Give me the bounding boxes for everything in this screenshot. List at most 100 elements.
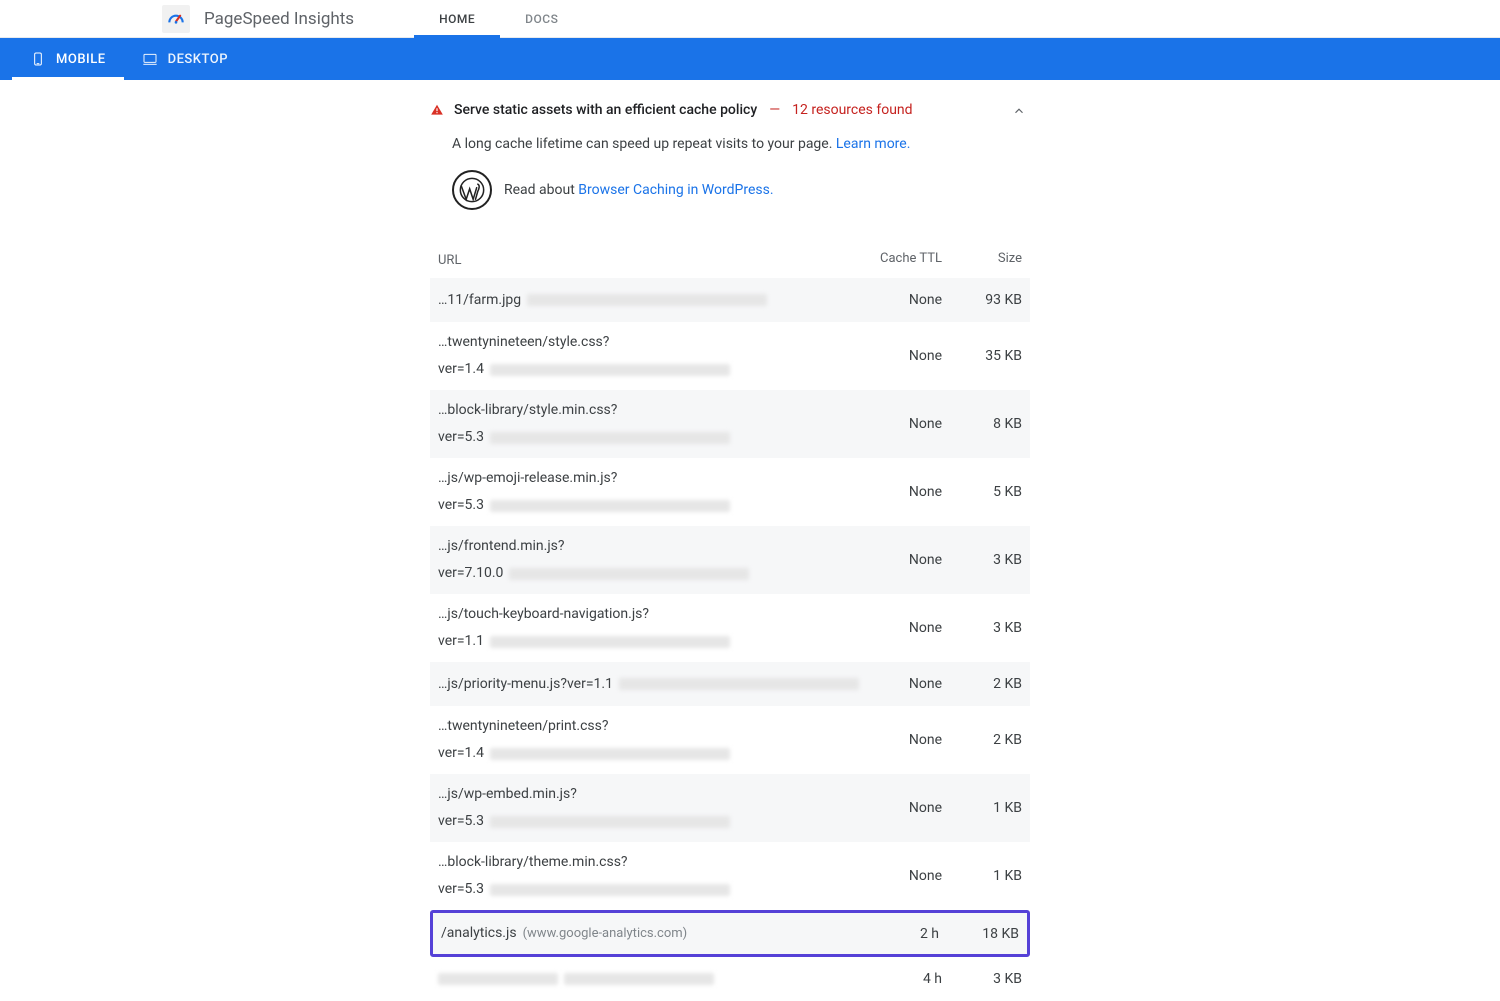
warning-icon	[430, 103, 444, 117]
redacted-domain	[490, 432, 730, 444]
url-text: …js/touch-keyboard-navigation.js?	[438, 604, 862, 625]
table-row: …twentynineteen/print.css? ver=1.4 None2 K…	[430, 706, 1030, 774]
url-text: ver=1.1	[438, 631, 484, 652]
url-cell: …twentynineteen/style.css? ver=1.4	[438, 332, 862, 380]
ttl-cell: None	[862, 800, 942, 816]
wordpress-row: Read about Browser Caching in WordPress.	[452, 170, 1030, 210]
size-cell: 1 KB	[942, 800, 1022, 816]
url-cell: …twentynineteen/print.css? ver=1.4	[438, 716, 862, 764]
tab-home[interactable]: HOME	[414, 0, 500, 37]
redacted-domain	[490, 816, 730, 828]
url-text: ver=5.3	[438, 495, 484, 516]
redacted-domain	[619, 678, 859, 690]
url-text: …twentynineteen/style.css?	[438, 332, 862, 353]
redacted-domain	[564, 973, 714, 985]
url-cell: …11/farm.jpg	[438, 290, 862, 311]
mobile-icon	[30, 51, 46, 67]
table-header: URL Cache TTL Size	[430, 250, 1030, 278]
audit-desc-text: A long cache lifetime can speed up repea…	[452, 136, 836, 152]
ttl-cell: None	[862, 732, 942, 748]
table-row: …11/farm.jpgNone93 KB	[430, 278, 1030, 322]
app-title: PageSpeed Insights	[204, 9, 354, 29]
content-area: Serve static assets with an efficient ca…	[0, 80, 1500, 1001]
audit-header-left: Serve static assets with an efficient ca…	[430, 102, 913, 118]
wp-caching-link[interactable]: Browser Caching in WordPress.	[578, 182, 773, 198]
table-row: …js/touch-keyboard-navigation.js? ver=1.1…	[430, 594, 1030, 662]
url-text: …twentynineteen/print.css?	[438, 716, 862, 737]
url-cell: …js/frontend.min.js? ver=7.10.0	[438, 536, 862, 584]
audit-title: Serve static assets with an efficient ca…	[454, 102, 757, 118]
ttl-cell: None	[862, 292, 942, 308]
table-row: …js/priority-menu.js?ver=1.1 None2 KB	[430, 662, 1030, 706]
redacted-domain	[490, 500, 730, 512]
url-text: …js/priority-menu.js?ver=1.1	[438, 674, 613, 695]
url-text: …block-library/style.min.css?	[438, 400, 862, 421]
wp-read-text: Read about	[504, 182, 578, 198]
top-header: PageSpeed Insights HOME DOCS	[0, 0, 1500, 38]
table-row: …js/frontend.min.js? ver=7.10.0 None3 KB	[430, 526, 1030, 594]
col-header-url: URL	[438, 253, 862, 268]
redacted-domain	[490, 364, 730, 376]
url-text: …js/wp-embed.min.js?	[438, 784, 862, 805]
ttl-cell: 2 h	[859, 926, 939, 942]
size-cell: 1 KB	[942, 868, 1022, 884]
redacted-domain	[490, 748, 730, 760]
audit-container: Serve static assets with an efficient ca…	[430, 102, 1030, 1001]
url-text: …js/wp-emoji-release.min.js?	[438, 468, 862, 489]
url-domain: (www.google-analytics.com)	[523, 924, 688, 944]
url-text: /analytics.js	[441, 923, 517, 944]
url-text: …js/frontend.min.js?	[438, 536, 862, 557]
redacted-url	[438, 973, 558, 985]
ttl-cell: 4 h	[862, 971, 942, 987]
resource-table: URL Cache TTL Size …11/farm.jpgNone93 KB…	[430, 250, 1030, 1001]
table-row: …js/wp-emoji-release.min.js?ver=5.3None5…	[430, 458, 1030, 526]
size-cell: 3 KB	[942, 620, 1022, 636]
redacted-domain	[509, 568, 749, 580]
table-row: …block-library/style.min.css?ver=5.3None…	[430, 390, 1030, 458]
table-row: …block-library/theme.min.css?ver=5.3None…	[430, 842, 1030, 910]
url-text: ver=5.3	[438, 879, 484, 900]
redacted-domain	[490, 884, 730, 896]
tab-docs[interactable]: DOCS	[500, 0, 583, 37]
size-cell: 35 KB	[942, 348, 1022, 364]
table-body: …11/farm.jpgNone93 KB…twentynineteen/sty…	[430, 278, 1030, 1001]
desktop-icon	[142, 51, 158, 67]
url-text: …block-library/theme.min.css?	[438, 852, 862, 873]
device-tab-desktop[interactable]: DESKTOP	[124, 38, 246, 80]
url-cell	[438, 973, 862, 985]
size-cell: 93 KB	[942, 292, 1022, 308]
wordpress-logo-icon	[452, 170, 492, 210]
size-cell: 8 KB	[942, 416, 1022, 432]
size-cell: 18 KB	[939, 926, 1019, 942]
audit-header[interactable]: Serve static assets with an efficient ca…	[430, 102, 1030, 118]
url-cell: …block-library/theme.min.css? ver=5.3	[438, 852, 862, 900]
size-cell: 3 KB	[942, 971, 1022, 987]
col-header-size: Size	[942, 250, 1022, 268]
url-text: ver=7.10.0	[438, 563, 503, 584]
learn-more-link[interactable]: Learn more.	[836, 136, 911, 152]
device-tab-label: MOBILE	[56, 52, 106, 67]
url-text: ver=1.4	[438, 743, 484, 764]
table-row: …twentynineteen/style.css? ver=1.4 None35 …	[430, 322, 1030, 390]
size-cell: 2 KB	[942, 676, 1022, 692]
ttl-cell: None	[862, 348, 942, 364]
device-tab-label: DESKTOP	[168, 52, 228, 67]
size-cell: 2 KB	[942, 732, 1022, 748]
ttl-cell: None	[862, 484, 942, 500]
url-cell: /analytics.js (www.google-analytics.com)	[441, 923, 859, 944]
table-row: …js/wp-embed.min.js? ver=5.3 None1 KB	[430, 774, 1030, 842]
size-cell: 3 KB	[942, 552, 1022, 568]
ttl-cell: None	[862, 676, 942, 692]
table-row: /analytics.js (www.google-analytics.com) 2…	[430, 910, 1030, 957]
url-text: ver=1.4	[438, 359, 484, 380]
ttl-cell: None	[862, 552, 942, 568]
device-tab-mobile[interactable]: MOBILE	[12, 38, 124, 80]
gauge-icon	[166, 9, 186, 29]
url-text: ver=5.3	[438, 811, 484, 832]
ttl-cell: None	[862, 416, 942, 432]
col-header-ttl: Cache TTL	[862, 250, 942, 268]
audit-dash: —	[769, 102, 780, 118]
ttl-cell: None	[862, 620, 942, 636]
audit-description: A long cache lifetime can speed up repea…	[452, 136, 1030, 152]
device-bar: MOBILE DESKTOP	[0, 38, 1500, 80]
